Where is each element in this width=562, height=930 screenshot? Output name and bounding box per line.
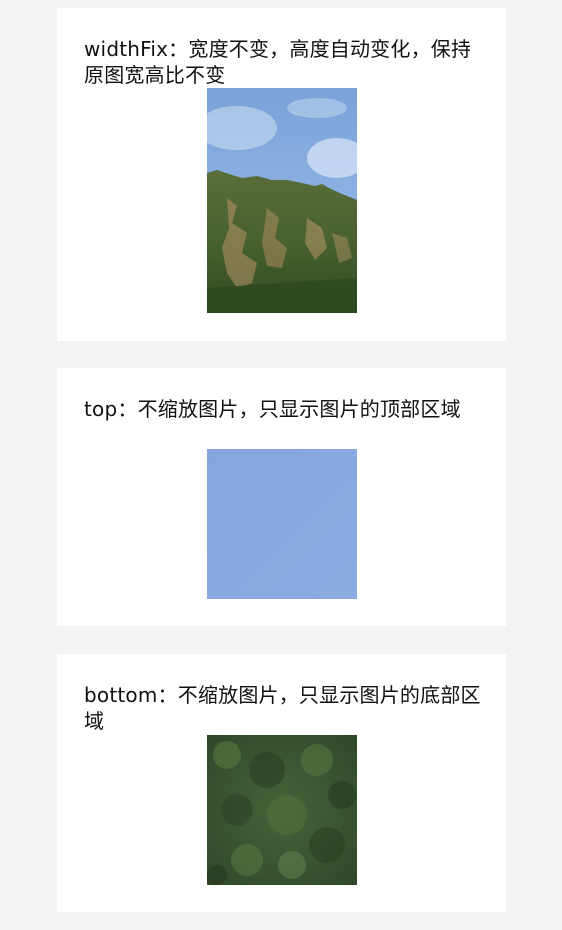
card-description: top：不缩放图片，只显示图片的顶部区域: [84, 397, 461, 421]
image-mode-card-bottom: bottom：不缩放图片，只显示图片的底部区域: [57, 654, 506, 912]
forest-image-bottom: [207, 735, 357, 885]
sky-photo-crop: [207, 449, 357, 599]
sky-image-top: [207, 449, 357, 599]
mountain-image-widthfix: [207, 88, 357, 313]
card-description: widthFix：宽度不变，高度自动变化，保持原图宽高比不变: [84, 37, 472, 87]
mountain-photo: [207, 88, 357, 313]
image-mode-card-widthfix: widthFix：宽度不变，高度自动变化，保持原图宽高比不变: [57, 8, 506, 341]
card-description: bottom：不缩放图片，只显示图片的底部区域: [84, 683, 481, 733]
image-mode-card-top: top：不缩放图片，只显示图片的顶部区域: [57, 368, 506, 626]
forest-photo-crop: [207, 735, 357, 885]
